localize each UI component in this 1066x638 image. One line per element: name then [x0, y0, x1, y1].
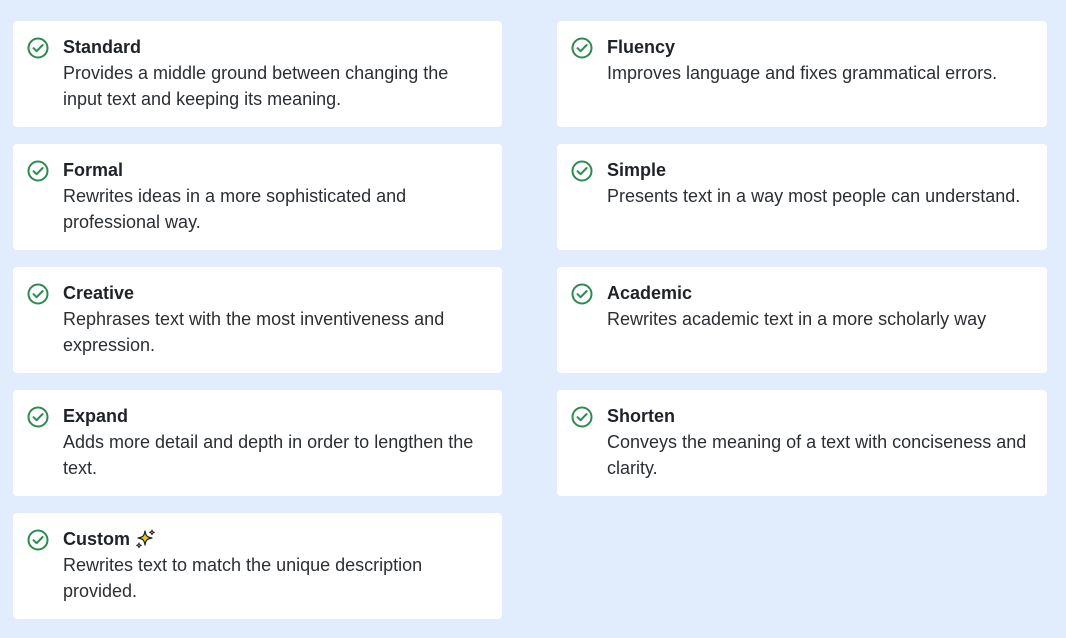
mode-card-creative[interactable]: Creative Rephrases text with the most in…	[13, 267, 502, 373]
mode-description: Adds more detail and depth in order to l…	[63, 432, 474, 478]
mode-title: Expand	[63, 406, 129, 426]
check-circle-icon	[27, 406, 49, 428]
check-circle-icon	[27, 160, 49, 182]
mode-title: Simple	[607, 160, 667, 180]
mode-title: Custom	[63, 529, 130, 549]
mode-description: Provides a middle ground between changin…	[63, 63, 449, 109]
check-circle-icon	[27, 37, 49, 59]
mode-card-standard[interactable]: Standard Provides a middle ground betwee…	[13, 21, 502, 127]
mode-description: Rephrases text with the most inventivene…	[63, 309, 445, 355]
check-circle-icon	[27, 283, 49, 305]
mode-card-expand[interactable]: Expand Adds more detail and depth in ord…	[13, 390, 502, 496]
mode-description: Rewrites text to match the unique descri…	[63, 555, 423, 601]
mode-options-grid: Standard Provides a middle ground betwee…	[13, 21, 1047, 619]
mode-title: Academic	[607, 283, 693, 303]
check-circle-icon	[571, 37, 593, 59]
mode-card-custom[interactable]: Custom Rewrites text to match the unique…	[13, 513, 502, 619]
mode-title: Formal	[63, 160, 124, 180]
check-circle-icon	[571, 406, 593, 428]
mode-title: Creative	[63, 283, 135, 303]
check-circle-icon	[27, 529, 49, 551]
mode-description: Conveys the meaning of a text with conci…	[607, 432, 1027, 478]
mode-description: Rewrites ideas in a more sophisticated a…	[63, 186, 407, 232]
mode-card-simple[interactable]: Simple Presents text in a way most peopl…	[557, 144, 1047, 250]
mode-title: Shorten	[607, 406, 676, 426]
mode-description: Rewrites academic text in a more scholar…	[607, 309, 987, 329]
mode-card-formal[interactable]: Formal Rewrites ideas in a more sophisti…	[13, 144, 502, 250]
mode-card-shorten[interactable]: Shorten Conveys the meaning of a text wi…	[557, 390, 1047, 496]
sparkles-icon	[135, 528, 157, 550]
mode-title: Fluency	[607, 37, 676, 57]
mode-title: Standard	[63, 37, 142, 57]
mode-card-academic[interactable]: Academic Rewrites academic text in a mor…	[557, 267, 1047, 373]
mode-description: Presents text in a way most people can u…	[607, 186, 1021, 206]
mode-card-fluency[interactable]: Fluency Improves language and fixes gram…	[557, 21, 1047, 127]
mode-description: Improves language and fixes grammatical …	[607, 63, 998, 83]
check-circle-icon	[571, 160, 593, 182]
check-circle-icon	[571, 283, 593, 305]
